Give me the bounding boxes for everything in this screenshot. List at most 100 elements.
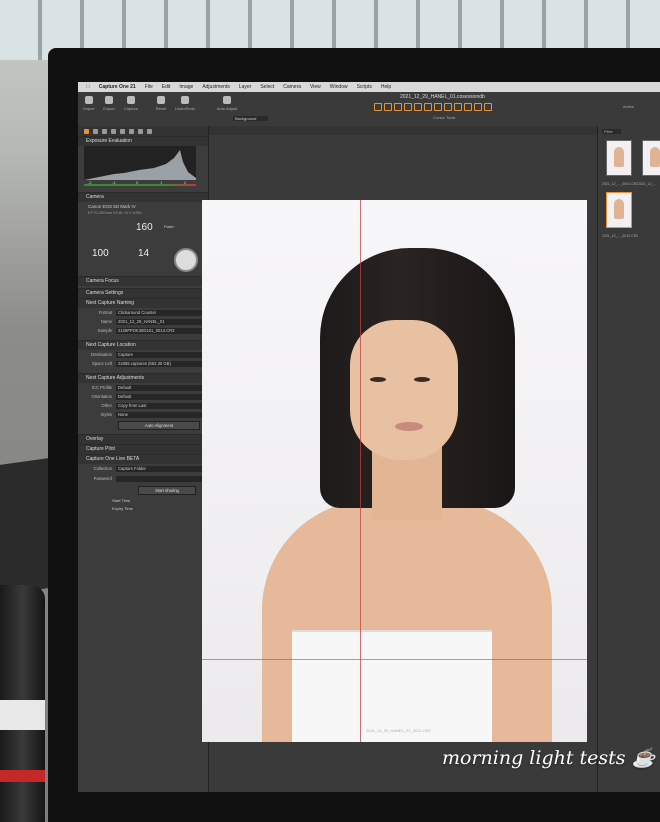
menu-window[interactable]: Window [330,84,348,90]
toolbar: 2021_12_29_HANEL_01.cosessiondb Import E… [78,92,660,127]
keystone-tool-icon[interactable] [414,103,422,111]
model-left-eye [370,377,386,382]
section-camera[interactable]: Camera [78,192,208,202]
tool-tab-library-icon[interactable] [93,128,98,134]
section-next-capture-location[interactable]: Next Capture Location [78,340,208,350]
import-button[interactable]: Import [78,96,100,111]
tool-tab-exposure-icon[interactable] [120,128,125,134]
eraser-tool-icon[interactable] [434,103,442,111]
shutter-release-button[interactable] [174,248,198,272]
hist-tick: 2 [184,180,187,185]
background-dropdown[interactable]: Background [233,116,269,121]
start-sharing-button[interactable]: Start sharing [138,486,196,495]
export-button[interactable]: Export [98,96,120,111]
destination-select[interactable]: Capture [116,352,204,358]
menu-view[interactable]: View [310,84,321,90]
section-next-capture-adjustments[interactable]: Next Capture Adjustments [78,373,208,383]
tool-tab-capture-icon[interactable] [84,128,89,134]
histogram [84,146,196,180]
auto-adjust-button[interactable]: Auto Adjust [216,96,238,111]
rotate-tool-icon[interactable] [404,103,412,111]
password-row: Password [78,476,208,483]
thumbnail-label: 2021_12_..._0001.CR2 [602,182,639,186]
export-icon [105,96,113,104]
tool-tab-lens-icon[interactable] [102,128,107,134]
crop-tool-icon[interactable] [394,103,402,111]
tool-tab-color-icon[interactable] [111,128,116,134]
tool-tab-metadata-icon[interactable] [147,128,152,134]
menu-help[interactable]: Help [381,84,391,90]
menu-edit[interactable]: Edit [162,84,171,90]
lens-ring [0,700,45,730]
model-face [350,320,458,460]
other-select[interactable]: Copy from Last [116,403,204,409]
start-time-label: Start Time [112,498,131,503]
auto-alignment-button[interactable]: Auto Alignment [118,421,200,430]
vertical-guide[interactable] [360,200,361,742]
section-camera-focus[interactable]: Camera Focus [78,276,208,286]
reset-button[interactable]: Reset [150,96,172,111]
aperture-value[interactable]: 14 [138,248,149,259]
collection-row: Collection Capture Folder [78,466,208,473]
orientation-select[interactable]: Default [116,394,204,400]
menu-layer[interactable]: Layer [239,84,252,90]
icc-select[interactable]: Default [116,385,204,391]
other-row: Other Copy from Last [78,403,208,410]
brush-tool-icon[interactable] [424,103,432,111]
format-select[interactable]: Clickaround Counter [116,310,204,316]
section-next-capture-naming[interactable]: Next Capture Naming [78,298,208,308]
viewer-toolbar [209,126,597,135]
menu-bar:  Capture One 21 File Edit Image Adjustm… [78,82,660,92]
styles-row: Styles None [78,412,208,419]
hist-tick: -1 [112,180,116,185]
lens-red-ring [0,770,45,782]
horizontal-guide[interactable] [202,659,587,660]
heal-tool-icon[interactable] [454,103,462,111]
apple-icon[interactable]:  [86,84,90,90]
camera-icon [127,96,135,104]
collection-select[interactable]: Capture Folder [116,466,204,472]
thumbnail[interactable] [606,140,632,176]
picker-tool-icon[interactable] [474,103,482,111]
cursor-tools-label: Cursor Tools [433,115,456,120]
thumbnail-selected[interactable] [606,192,632,228]
section-overlay[interactable]: Overlay [78,434,208,444]
undo-icon [181,96,189,104]
pan-tool-icon[interactable] [384,103,392,111]
section-live-beta[interactable]: Capture One Live BETA [78,454,208,464]
select-tool-icon[interactable] [374,103,382,111]
menu-scripts[interactable]: Scripts [357,84,372,90]
name-field[interactable]: 2021_12_29_HANEL_01 [116,319,204,325]
thumbnail-label: 2021_12_... [638,182,657,186]
section-camera-settings[interactable]: Camera Settings [78,288,208,298]
menu-app[interactable]: Capture One 21 [99,84,136,90]
story-caption: morning light tests ☕ [442,747,656,769]
iso-value[interactable]: 100 [92,248,109,259]
styles-select[interactable]: None [116,412,204,418]
hist-tick: -2 [88,180,92,185]
import-icon [85,96,93,104]
menu-file[interactable]: File [145,84,153,90]
thumbnail[interactable] [642,140,660,176]
shutter-speed[interactable]: 160 [136,222,153,233]
gradient-tool-icon[interactable] [444,103,452,111]
browser-filter[interactable]: Filter [602,129,621,134]
menu-image[interactable]: Image [179,84,193,90]
menu-camera[interactable]: Camera [283,84,301,90]
password-field[interactable] [116,476,204,482]
section-exposure-evaluation[interactable]: Exposure Evaluation [78,136,208,146]
flash-label[interactable]: Flash [164,224,174,229]
clone-tool-icon[interactable] [464,103,472,111]
format-row: Format Clickaround Counter [78,310,208,317]
capture-button[interactable]: Capture [120,96,142,111]
tool-tab-details-icon[interactable] [129,128,134,134]
captured-photo[interactable] [202,200,587,742]
tool-tab-adjustments-icon[interactable] [138,128,143,134]
menu-adjustments[interactable]: Adjustments [202,84,230,90]
exposure-scale [84,184,196,186]
hist-tick: 0 [136,180,139,185]
undo-redo-button[interactable]: Undo/Redo [174,96,196,111]
annotate-tool-icon[interactable] [484,103,492,111]
section-capture-pilot[interactable]: Capture Pilot [78,444,208,454]
menu-select[interactable]: Select [260,84,274,90]
